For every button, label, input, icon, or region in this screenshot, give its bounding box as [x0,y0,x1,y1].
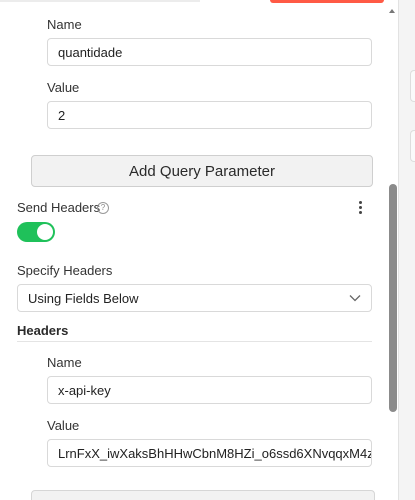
send-headers-label: Send Headers [17,200,101,215]
specify-headers-value: Using Fields Below [28,290,139,306]
parameters-panel: Name quantidade Value 2 Add Query Parame… [0,0,399,500]
scrollbar-thumb[interactable] [389,184,397,412]
active-tab-indicator [270,0,384,3]
specify-headers-select[interactable]: Using Fields Below [17,284,372,312]
side-panel-edge [410,130,415,162]
send-headers-toggle[interactable] [17,222,55,242]
header-value-label: Value [47,418,80,433]
scroll-up-arrow-icon[interactable] [388,6,396,16]
query-value-input[interactable]: 2 [47,101,372,129]
chevron-down-icon [349,295,361,302]
add-query-parameter-button[interactable]: Add Query Parameter [31,155,373,187]
header-name-input[interactable]: x-api-key [47,376,372,404]
header-value-input[interactable]: LrnFxX_iwXaksBhHHwCbnM8HZi_o6ssd6XNvqqxM… [47,439,372,467]
side-panel-edge [410,70,415,102]
top-divider [0,0,200,2]
headers-section-title: Headers [17,323,69,338]
toggle-knob [37,224,53,240]
query-value-label: Value [47,80,80,95]
header-name-label: Name [47,355,82,370]
specify-headers-label: Specify Headers [17,263,113,278]
help-circle-icon[interactable]: ? [97,202,109,214]
kebab-menu-icon[interactable] [356,201,364,217]
query-name-label: Name [47,17,82,32]
next-item-partial [31,490,375,500]
headers-divider [17,341,372,342]
query-name-input[interactable]: quantidade [47,38,372,66]
